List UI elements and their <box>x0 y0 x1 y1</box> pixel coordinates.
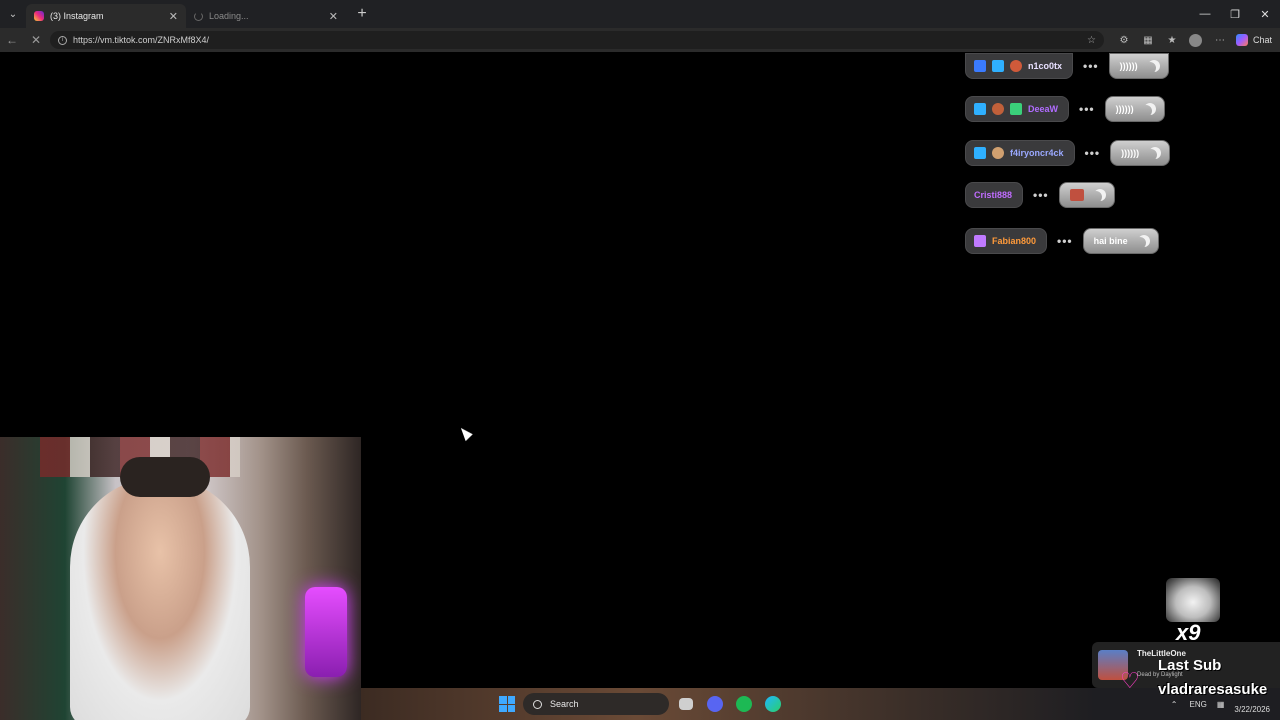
cat-emote-image <box>1166 578 1220 622</box>
chevron-down-icon[interactable]: ⌄ <box>0 0 26 28</box>
copilot-icon <box>1235 34 1248 46</box>
moon-icon <box>1148 60 1160 72</box>
star-icon[interactable]: ☆ <box>1087 35 1096 46</box>
chat-text: hai bine <box>1093 236 1128 246</box>
close-window-button[interactable]: ✕ <box>1250 0 1280 28</box>
language-indicator[interactable]: ENG <box>1190 700 1207 709</box>
streamer-image <box>70 477 250 720</box>
close-icon[interactable]: ✕ <box>169 10 178 23</box>
browser-toolbar: ⚙ ▦ ★ ⋯ Chat <box>1112 28 1280 52</box>
headphones-image <box>120 457 210 497</box>
badge-icon <box>974 235 986 247</box>
last-sub-label: Last Sub <box>1158 657 1222 674</box>
webcam-feed <box>0 437 361 720</box>
url-input[interactable]: i https://vm.tiktok.com/ZNRxMf8X4/ ☆ <box>50 31 1104 49</box>
dots-icon: ••• <box>1083 59 1099 73</box>
chat-message-pill: )))))) <box>1110 140 1171 166</box>
discord-icon[interactable] <box>707 696 723 712</box>
browser-tab-bar: ⌄ (3) Instagram ✕ Loading... ✕ + — ❐ ✕ <box>0 0 1280 28</box>
window-controls: — ❐ ✕ <box>1190 0 1280 28</box>
reload-icon[interactable]: ✕ <box>24 28 48 52</box>
badge-icon <box>974 147 986 159</box>
windows-taskbar: Search ⌃ ENG ▦ 3/22/2026 <box>361 688 1280 720</box>
more-icon[interactable]: ⋯ <box>1208 28 1232 52</box>
back-icon[interactable]: ← <box>0 28 24 52</box>
chat-username-pill: Fabian800 <box>965 228 1048 254</box>
chat-message-pill: )))))) <box>1108 53 1169 79</box>
info-icon[interactable]: i <box>58 35 67 45</box>
chat-message-pill <box>1058 182 1115 208</box>
extensions-icon[interactable]: ⚙ <box>1112 28 1136 52</box>
favorites-icon[interactable]: ★ <box>1160 28 1184 52</box>
chat-username: n1co0tx <box>1028 61 1063 71</box>
dots-icon: ••• <box>1033 188 1049 202</box>
badge-icon <box>1010 103 1022 115</box>
heart-icon: ♡ <box>1120 668 1140 693</box>
moon-icon <box>1149 147 1161 159</box>
split-icon[interactable]: ▦ <box>1136 28 1160 52</box>
chat-username-pill: f4iryoncr4ck <box>965 140 1075 166</box>
microphone-image <box>305 587 347 677</box>
tab-loading[interactable]: Loading... ✕ <box>186 4 346 28</box>
instagram-icon <box>34 11 44 21</box>
dots-icon: ••• <box>1079 102 1095 116</box>
chat-username: Fabian800 <box>992 236 1037 246</box>
badge-icon <box>992 103 1004 115</box>
chat-text: )))))) <box>1115 104 1134 114</box>
badge-icon <box>974 60 986 72</box>
badge-icon <box>974 103 986 115</box>
minimize-button[interactable]: — <box>1190 0 1220 28</box>
tab-title: Loading... <box>209 11 249 21</box>
emote-icon <box>1069 189 1084 201</box>
loading-icon <box>194 11 203 21</box>
spotify-icon[interactable] <box>736 696 752 712</box>
chat-username-pill: Cristi888 <box>965 182 1024 208</box>
chat-username: DeeaW <box>1028 104 1059 114</box>
chat-label: Chat <box>1252 35 1272 45</box>
chat-username: Cristi888 <box>974 190 1013 200</box>
chat-message-pill: )))))) <box>1104 96 1165 122</box>
chat-message: Cristi888 ••• <box>965 182 1115 208</box>
address-bar-row: ← ✕ i https://vm.tiktok.com/ZNRxMf8X4/ ☆ <box>0 28 1280 52</box>
search-icon <box>533 699 542 709</box>
badge-icon <box>1010 60 1022 72</box>
new-tab-button[interactable]: + <box>350 2 374 26</box>
chat-message: n1co0tx ••• )))))) <box>965 53 1169 79</box>
profile-icon[interactable] <box>1184 28 1208 52</box>
copilot-chat-button[interactable]: Chat <box>1232 34 1280 46</box>
tab-instagram[interactable]: (3) Instagram ✕ <box>26 4 186 28</box>
chat-message: f4iryoncr4ck ••• )))))) <box>965 140 1171 166</box>
dots-icon: ••• <box>1084 146 1101 160</box>
clock-date: 3/22/2026 <box>1234 704 1270 714</box>
chat-message: DeeaW ••• )))))) <box>965 96 1165 122</box>
dots-icon: ••• <box>1057 234 1073 248</box>
last-sub-user: vladraresasuke <box>1158 681 1268 698</box>
maximize-button[interactable]: ❐ <box>1220 0 1250 28</box>
tab-title: (3) Instagram <box>50 11 104 21</box>
close-icon[interactable]: ✕ <box>329 10 338 23</box>
url-text: https://vm.tiktok.com/ZNRxMf8X4/ <box>73 35 210 45</box>
chat-text: )))))) <box>1121 148 1140 158</box>
windows-icon[interactable] <box>499 696 515 712</box>
moon-icon <box>1144 103 1156 115</box>
network-icon[interactable]: ▦ <box>1217 700 1225 709</box>
chat-message: Fabian800 ••• hai bine <box>965 228 1159 254</box>
screen: ⌄ (3) Instagram ✕ Loading... ✕ + — ❐ ✕ ←… <box>0 0 1280 720</box>
chevron-up-icon[interactable]: ⌃ <box>1171 700 1178 709</box>
moon-icon <box>1138 235 1150 247</box>
chat-text: )))))) <box>1119 61 1138 71</box>
taskbar-search[interactable]: Search <box>523 693 669 715</box>
badge-icon <box>992 60 1004 72</box>
edge-icon[interactable] <box>765 696 781 712</box>
moon-icon <box>1094 189 1106 201</box>
file-explorer-icon[interactable] <box>679 698 693 710</box>
chat-username: f4iryoncr4ck <box>1010 148 1064 158</box>
chat-username-pill: n1co0tx <box>965 53 1074 79</box>
badge-icon <box>992 147 1004 159</box>
taskbar-search-label: Search <box>550 699 579 709</box>
chat-username-pill: DeeaW <box>965 96 1070 122</box>
chat-message-pill: hai bine <box>1082 228 1159 254</box>
